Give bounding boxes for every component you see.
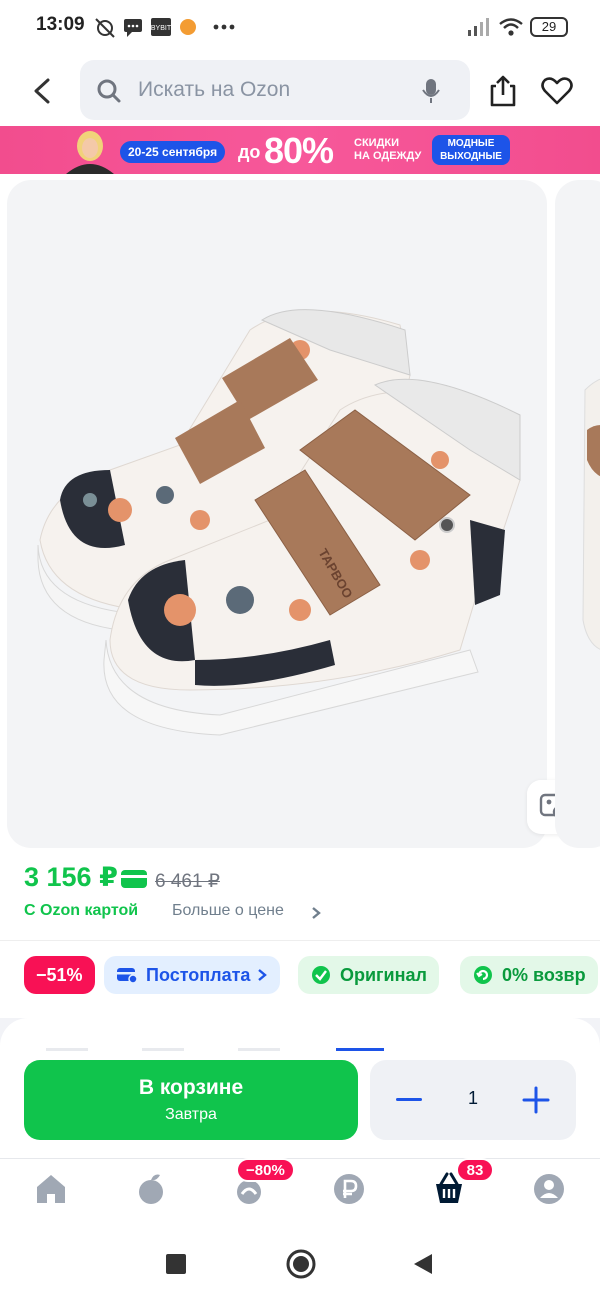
return-badge[interactable]: 0% возвр	[460, 956, 598, 994]
increase-quantity-button[interactable]	[522, 1086, 550, 1114]
alarm-off-icon	[95, 18, 115, 38]
bottom-tab-bar	[0, 1158, 600, 1228]
chat-icon	[124, 19, 142, 37]
cart-count-text: 83	[466, 1161, 484, 1179]
ozon-card-icon	[121, 870, 147, 888]
chevron-right-icon	[258, 969, 268, 981]
banner-badge-line1: МОДНЫЕ	[447, 138, 495, 149]
postpay-label: Постоплата	[146, 964, 251, 985]
banner-event-badge: МОДНЫЕ ВЫХОДНЫЕ	[432, 135, 510, 165]
search-placeholder: Искать на Ozon	[138, 78, 291, 101]
signal-icon	[468, 18, 489, 36]
original-label: Оригинал	[340, 964, 427, 985]
old-price: 6 461 ₽	[155, 871, 220, 892]
orange-app-icon	[180, 19, 196, 35]
battery-level: 29	[541, 19, 557, 34]
next-image-shoe-edge	[582, 378, 600, 650]
banner-discount-prefix: до	[238, 142, 261, 162]
wifi-icon	[499, 18, 523, 36]
svg-text:BYBIT: BYBIT	[151, 25, 172, 32]
favorite-heart-icon[interactable]	[540, 76, 574, 106]
recents-square-icon[interactable]	[166, 1254, 186, 1274]
banner-badge-line2: ВЫХОДНЫЕ	[440, 151, 502, 162]
quantity-value: 1	[467, 1088, 478, 1108]
more-about-price-link[interactable]: Больше о цене	[172, 902, 284, 920]
status-bar: 13:09 BYBIT 29	[0, 0, 600, 56]
banner-discount: 80%	[264, 130, 334, 171]
return-label: 0% возвр	[502, 964, 586, 985]
hidden-tab-line-active	[336, 1048, 384, 1051]
next-image-preview[interactable]	[555, 180, 600, 848]
more-notifications-icon	[213, 24, 235, 30]
hidden-tab-line	[46, 1048, 88, 1051]
banner-text-line1: СКИДКИ	[354, 137, 400, 149]
quantity-stepper[interactable]: 1	[370, 1060, 576, 1140]
banner-text-line2: НА ОДЕЖДУ	[354, 150, 422, 162]
back-triangle-icon[interactable]	[412, 1252, 434, 1276]
hidden-tab-line	[142, 1048, 184, 1051]
current-price: 3 156 ₽	[24, 862, 118, 892]
in-cart-button[interactable]: В корзине Завтра	[24, 1060, 358, 1140]
finance-ruble-icon[interactable]	[332, 1172, 366, 1206]
app-notification-icon: BYBIT	[151, 18, 172, 36]
battery-indicator: 29	[530, 17, 568, 37]
home-circle-icon[interactable]	[285, 1248, 317, 1280]
chevron-right-icon	[312, 907, 321, 919]
postpay-badge[interactable]: Постоплата	[104, 956, 281, 994]
delivery-label: Завтра	[165, 1106, 217, 1123]
cart-count-badge: 83	[456, 1158, 494, 1182]
promo-badge: −80%	[236, 1158, 295, 1182]
profile-icon[interactable]	[532, 1172, 566, 1206]
home-icon[interactable]	[34, 1172, 68, 1206]
discount-badge-text: −51%	[36, 964, 83, 985]
discount-badge: −51%	[24, 956, 95, 994]
check-circle-icon	[312, 966, 330, 984]
search-input[interactable]: Искать на Ozon	[80, 60, 470, 120]
original-badge[interactable]: Оригинал	[298, 956, 439, 994]
banner-dates: 20-25 сентября	[120, 141, 226, 163]
system-navigation-bar	[0, 1228, 600, 1299]
in-cart-label: В корзине	[138, 1076, 244, 1099]
card-icon	[117, 968, 138, 984]
status-time: 13:09	[36, 14, 85, 35]
microphone-icon[interactable]	[420, 78, 442, 104]
return-icon	[474, 966, 492, 984]
decrease-quantity-button[interactable]	[396, 1098, 422, 1101]
promo-banner[interactable]: 20-25 сентября до 80% СКИДКИ НА ОДЕЖДУ М…	[0, 126, 600, 174]
hidden-tab-line	[238, 1048, 280, 1051]
ozon-card-label[interactable]: С Ozon картой	[24, 902, 138, 920]
product-image-shoes: TAPBOO	[37, 309, 521, 736]
search-icon	[97, 79, 121, 103]
share-icon[interactable]	[488, 74, 518, 108]
fresh-icon[interactable]	[134, 1172, 168, 1206]
product-image-card[interactable]: TAPBOO	[7, 180, 547, 848]
promo-badge-text: −80%	[246, 1161, 285, 1179]
banner-model-photo	[66, 131, 114, 174]
back-arrow-icon[interactable]	[30, 76, 56, 106]
